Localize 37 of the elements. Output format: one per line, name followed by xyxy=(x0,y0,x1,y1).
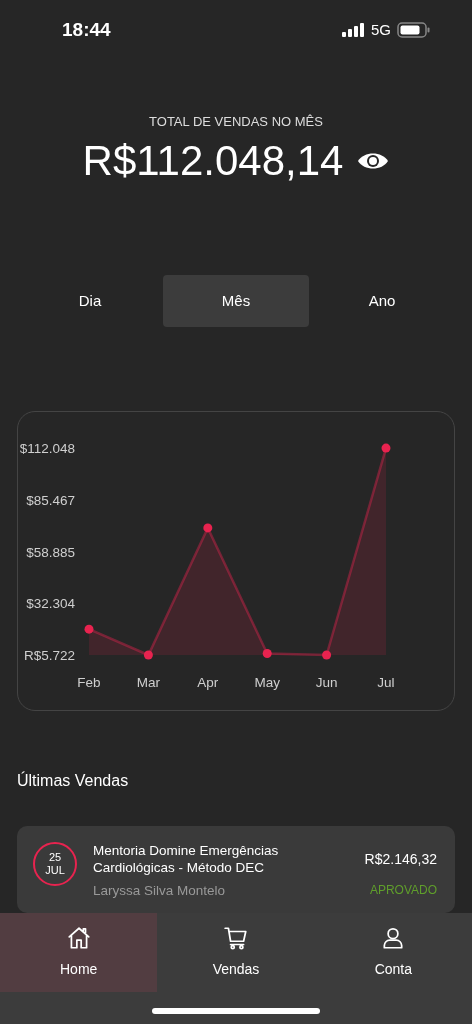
data-point xyxy=(262,649,272,659)
x-axis-label: Mar xyxy=(136,675,160,691)
data-point xyxy=(322,650,332,660)
x-axis-label: Apr xyxy=(197,675,219,691)
x-axis-label: Feb xyxy=(77,675,101,691)
y-axis-label: $32.304 xyxy=(26,596,75,612)
product-name: Mentoria Domine Emergências Cardiológicas - Método DEC xyxy=(93,841,280,876)
period-tab[interactable]: Mês xyxy=(163,275,309,328)
summary-label: TOTAL DE VENDAS NO MÊS xyxy=(149,112,323,131)
x-axis-label: Jun xyxy=(315,675,338,691)
period-tab[interactable]: Ano xyxy=(309,275,455,328)
sale-card[interactable]: 25 JUL Mentoria Domine Emergências Cardiológicas - Método DEC R$2.146,32 Laryssa Silva Montelo APROVADO xyxy=(17,825,455,913)
cart-icon xyxy=(223,925,249,951)
customer-name: Laryssa Silva Montelo xyxy=(93,881,226,900)
y-axis-label: $58.885 xyxy=(26,544,75,560)
nav-tab[interactable]: Vendas xyxy=(157,913,315,992)
y-axis-label: R$5.722 xyxy=(23,648,75,664)
date-badge: 25 JUL xyxy=(33,841,77,886)
data-point xyxy=(84,624,94,634)
status-label: APROVADO xyxy=(369,881,437,899)
sale-amount: R$2.146,32 xyxy=(364,849,437,869)
status-time: 18:44 xyxy=(62,17,111,42)
data-point xyxy=(381,443,391,453)
nav-tab[interactable]: Conta xyxy=(314,913,472,992)
section-title: Últimas Vendas xyxy=(17,770,130,791)
x-axis-label: Jul xyxy=(377,675,395,691)
nav-tab[interactable]: Home xyxy=(0,913,158,992)
network-label: 5G xyxy=(371,19,391,40)
y-axis-label: $112.048 xyxy=(19,441,75,457)
signal-icon xyxy=(342,22,365,37)
x-axis-label: May xyxy=(254,675,280,691)
battery-icon xyxy=(397,21,430,38)
period-tab[interactable]: Dia xyxy=(17,275,163,328)
total-amount: R$112.048,14 xyxy=(82,137,344,186)
data-point xyxy=(203,523,213,533)
data-point xyxy=(143,650,153,660)
y-axis-label: $85.467 xyxy=(26,492,75,508)
